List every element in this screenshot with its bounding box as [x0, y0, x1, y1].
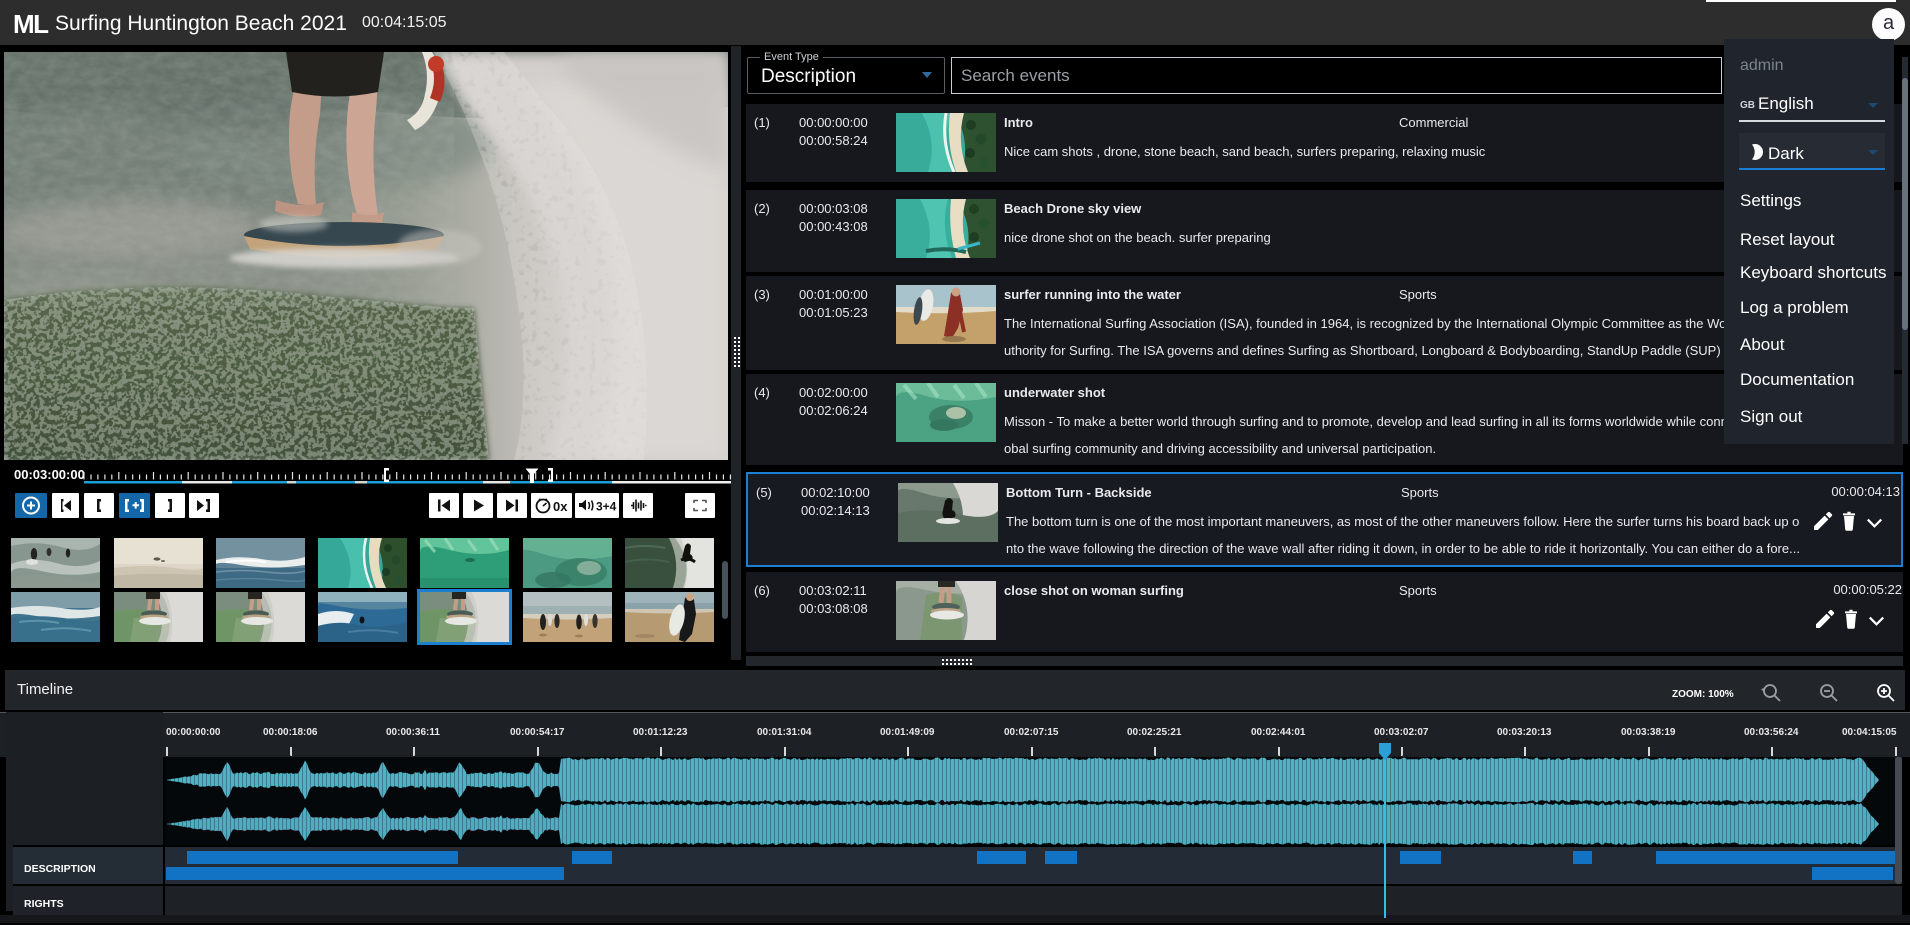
svg-text:0x: 0x — [553, 499, 568, 514]
svg-text:3+4: 3+4 — [596, 500, 617, 514]
